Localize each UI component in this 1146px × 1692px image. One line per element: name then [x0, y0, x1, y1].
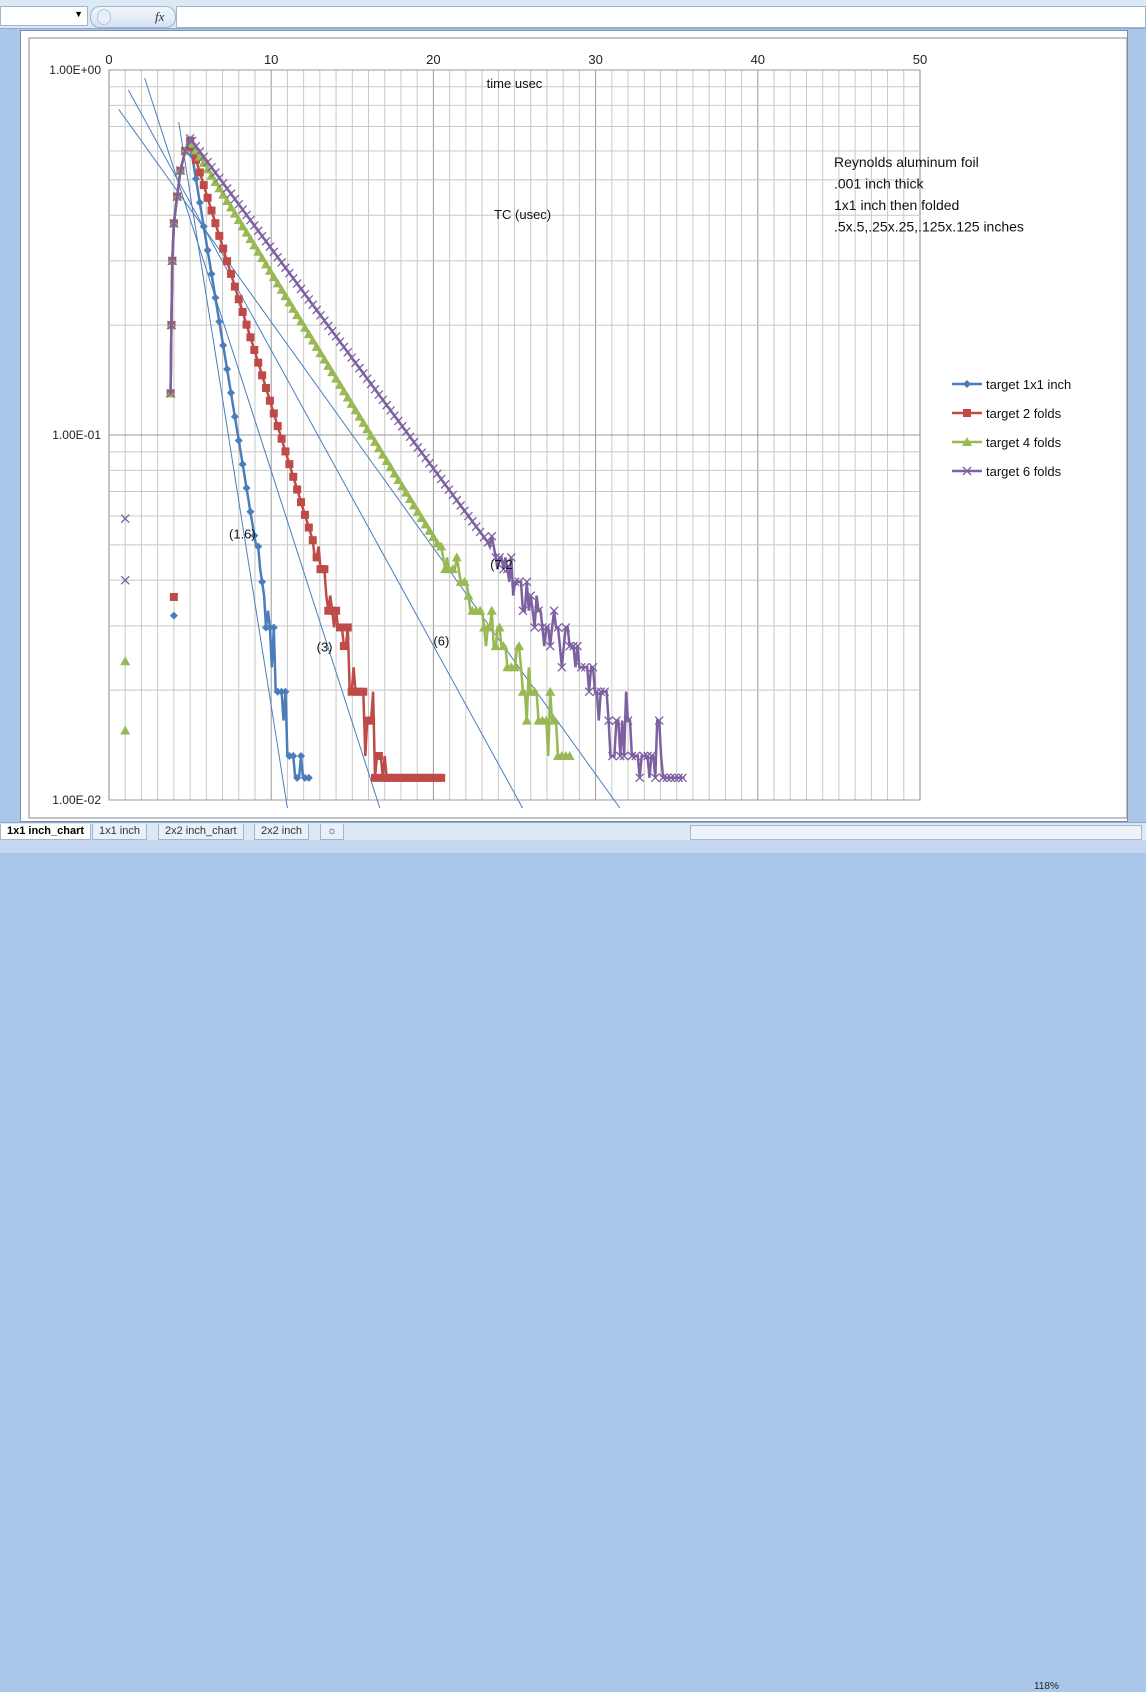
annotation-text: .001 inch thick	[834, 176, 924, 192]
x-tick-label: 20	[426, 52, 440, 67]
data-point	[359, 687, 368, 696]
data-point	[246, 333, 255, 342]
data-point	[199, 181, 208, 190]
data-point	[250, 345, 259, 354]
x-tick-label: 10	[264, 52, 278, 67]
tab-1x1-inch[interactable]: 1x1 inch	[92, 824, 147, 840]
tab-2x2-inch-chart[interactable]: 2x2 inch_chart	[158, 824, 244, 840]
tab-2x2-inch[interactable]: 2x2 inch	[254, 824, 309, 840]
legend-label: target 1x1 inch	[986, 377, 1071, 392]
annotation-text: Reynolds aluminum foil	[834, 154, 979, 170]
data-point	[254, 358, 263, 367]
x-tick-label: 30	[588, 52, 602, 67]
y-tick-label: 1.00E-02	[52, 793, 101, 807]
data-point	[374, 751, 383, 760]
data-point	[211, 219, 220, 228]
data-point	[234, 295, 243, 304]
horizontal-scrollbar[interactable]	[690, 825, 1142, 840]
data-point	[285, 460, 294, 469]
data-point	[339, 642, 348, 651]
data-point	[332, 606, 341, 615]
data-point	[277, 434, 286, 443]
annotation-text: 1x1 inch then folded	[834, 197, 959, 213]
fit-label: (3)	[317, 640, 333, 655]
data-point	[223, 257, 232, 266]
data-point	[297, 498, 306, 507]
y-tick-label: 1.00E-01	[52, 428, 101, 442]
data-point	[308, 536, 317, 545]
insert-sheet-icon[interactable]: ☼	[320, 824, 345, 840]
data-point	[219, 244, 228, 253]
fit-label: (7.2	[490, 557, 512, 572]
status-bar: 118%	[0, 840, 1146, 1692]
data-point	[169, 592, 178, 601]
data-point	[304, 523, 313, 532]
annotation-text: .5x.5,.25x.25,.125x.125 inches	[834, 219, 1024, 235]
data-point	[289, 472, 298, 481]
data-point	[242, 320, 251, 329]
data-point	[367, 716, 376, 725]
tab-1x1-inch-chart[interactable]: 1x1 inch_chart	[0, 824, 92, 840]
data-point	[343, 623, 352, 632]
legend-label: target 2 folds	[986, 406, 1062, 421]
x-tick-label: 50	[913, 52, 927, 67]
fit-label: (1.6)	[229, 527, 256, 542]
data-point	[963, 409, 971, 417]
legend-label: target 4 folds	[986, 435, 1062, 450]
data-point	[238, 307, 247, 316]
gridlines	[109, 69, 920, 801]
data-point	[312, 553, 321, 562]
data-point	[269, 409, 278, 418]
y-tick-label: 1.00E+00	[49, 63, 101, 77]
data-point	[195, 168, 204, 177]
data-point	[371, 773, 380, 782]
chart-svg: 0 10 20 30 40 50 1.00E+00 1.00E-01 1.00E-02 time…	[28, 37, 1128, 819]
data-point	[320, 565, 329, 574]
data-point	[293, 485, 302, 494]
data-point	[437, 773, 446, 782]
sheet-tab-bar: 1x1 inch_chart 1x1 inch 2x2 inch_chart 2…	[0, 822, 1146, 841]
zoom-level[interactable]: 118%	[1034, 1681, 1059, 1692]
data-point	[265, 396, 274, 405]
data-point	[281, 447, 290, 456]
data-point	[273, 422, 282, 431]
data-point	[207, 206, 216, 215]
data-point	[226, 269, 235, 278]
data-point	[262, 384, 271, 393]
data-point	[335, 623, 344, 632]
data-point	[300, 510, 309, 519]
x-tick-label: 40	[751, 52, 765, 67]
data-point	[230, 282, 239, 291]
legend-label: target 6 folds	[986, 464, 1062, 479]
data-point	[258, 371, 267, 380]
x-tick-label: 0	[105, 52, 112, 67]
x-axis-title: time usec	[487, 76, 543, 91]
fit-label: (6)	[433, 634, 449, 649]
chart-title: TC (usec)	[494, 207, 551, 222]
data-point	[203, 193, 212, 202]
data-point	[215, 231, 224, 240]
